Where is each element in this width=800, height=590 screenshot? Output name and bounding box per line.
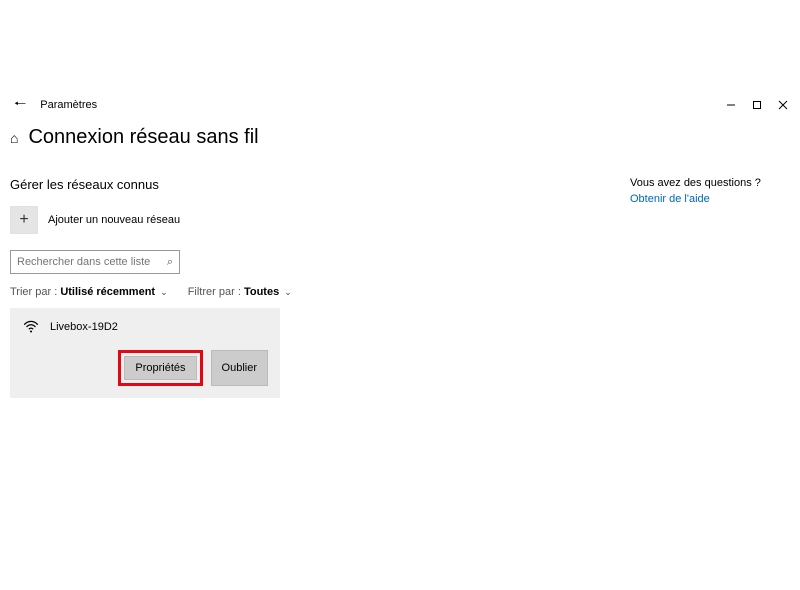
search-icon: ⌕: [167, 256, 173, 269]
maximize-button[interactable]: [744, 92, 770, 118]
search-box[interactable]: ⌕: [10, 250, 180, 274]
sort-label: Trier par :: [10, 286, 57, 298]
add-network-label: Ajouter un nouveau réseau: [48, 214, 180, 226]
network-name: Livebox-19D2: [50, 321, 118, 333]
highlight-annotation: Propriétés: [118, 350, 202, 386]
page-header: ⌂ Connexion réseau sans fil: [0, 120, 800, 153]
window-title: Paramètres: [40, 99, 97, 111]
back-arrow-icon[interactable]: 🠐: [10, 89, 30, 121]
sort-value: Utilisé récemment: [60, 286, 155, 298]
sort-control[interactable]: Trier par : Utilisé récemment ⌄: [10, 286, 168, 298]
filter-value: Toutes: [244, 286, 279, 298]
filter-label: Filtrer par :: [188, 286, 241, 298]
page-title: Connexion réseau sans fil: [28, 126, 258, 149]
forget-button[interactable]: Oublier: [211, 350, 268, 386]
properties-button[interactable]: Propriétés: [124, 356, 196, 380]
search-input[interactable]: [17, 256, 167, 268]
chevron-down-icon: ⌄: [284, 287, 292, 297]
titlebar: 🠐 Paramètres: [0, 90, 800, 120]
home-icon[interactable]: ⌂: [10, 130, 18, 146]
section-header: Gérer les réseaux connus: [10, 177, 450, 192]
add-network-row[interactable]: + Ajouter un nouveau réseau: [10, 206, 450, 234]
wifi-icon: [22, 318, 40, 336]
chevron-down-icon: ⌄: [160, 287, 168, 297]
help-link[interactable]: Obtenir de l'aide: [630, 193, 710, 205]
filter-control[interactable]: Filtrer par : Toutes ⌄: [188, 286, 292, 298]
plus-icon[interactable]: +: [10, 206, 38, 234]
minimize-button[interactable]: [718, 92, 744, 118]
network-item[interactable]: Livebox-19D2 Propriétés Oublier: [10, 308, 280, 398]
help-question: Vous avez des questions ?: [630, 177, 790, 189]
close-button[interactable]: [770, 92, 796, 118]
